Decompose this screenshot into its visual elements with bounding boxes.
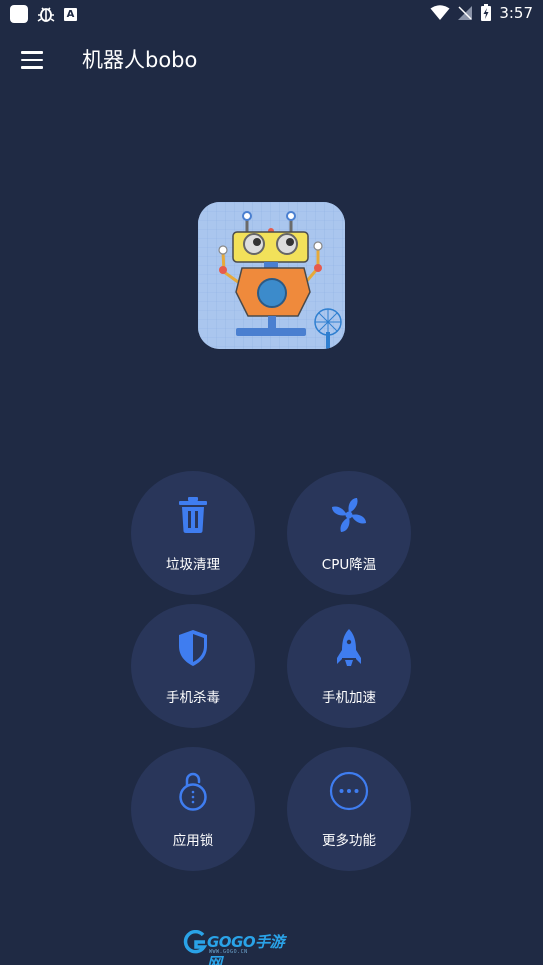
status-notifications: A: [10, 4, 77, 24]
more-features-label: 更多功能: [322, 833, 376, 849]
gogo-logo-icon: [183, 930, 207, 954]
app-notification-icon: [10, 5, 28, 23]
app-lock-button[interactable]: 应用锁: [131, 747, 255, 871]
app-lock-label: 应用锁: [172, 833, 214, 849]
trash-icon: [179, 497, 207, 533]
rocket-icon: [337, 629, 361, 666]
font-notification-icon: A: [64, 7, 77, 21]
no-signal-icon: [458, 6, 473, 20]
shield-icon: [179, 630, 207, 666]
robot-logo: [198, 202, 345, 349]
antivirus-button[interactable]: 手机杀毒: [131, 604, 255, 728]
menu-button[interactable]: [16, 46, 48, 74]
gogo-brand-text: GOGO手游网: [207, 933, 285, 965]
menu-icon-line: [21, 66, 43, 69]
menu-icon-line: [21, 58, 43, 62]
junk-clean-button[interactable]: 垃圾清理: [131, 471, 255, 595]
battery-charging-icon: [481, 4, 492, 21]
phone-boost-button[interactable]: 手机加速: [287, 604, 411, 728]
status-time: 3:57: [499, 4, 533, 22]
fan-icon: [332, 498, 366, 532]
phone-boost-label: 手机加速: [322, 690, 376, 706]
wifi-icon: [430, 5, 450, 20]
app-screen: A 3:57 机器人bobo 垃圾清理 CPU降温 手机杀毒 手机加速 应用锁 …: [0, 0, 543, 965]
app-bar: 机器人bobo: [0, 36, 543, 84]
robot-illustration-icon: [198, 202, 345, 349]
menu-icon-line: [21, 51, 43, 54]
antivirus-label: 手机杀毒: [166, 690, 220, 706]
status-bar: A 3:57: [0, 0, 543, 28]
unlock-icon: [179, 772, 207, 811]
gogo-watermark-logo: GOGO手游网 WWW.GOGO.CN: [183, 930, 293, 965]
status-system: 3:57: [430, 4, 533, 22]
junk-clean-label: 垃圾清理: [166, 557, 220, 573]
more-features-button[interactable]: 更多功能: [287, 747, 411, 871]
page-title: 机器人bobo: [82, 48, 198, 72]
bug-icon: [37, 7, 55, 22]
gogo-url-text: WWW.GOGO.CN: [209, 949, 248, 955]
cpu-cool-button[interactable]: CPU降温: [287, 471, 411, 595]
more-icon: [329, 771, 369, 811]
cpu-cool-label: CPU降温: [321, 557, 377, 573]
